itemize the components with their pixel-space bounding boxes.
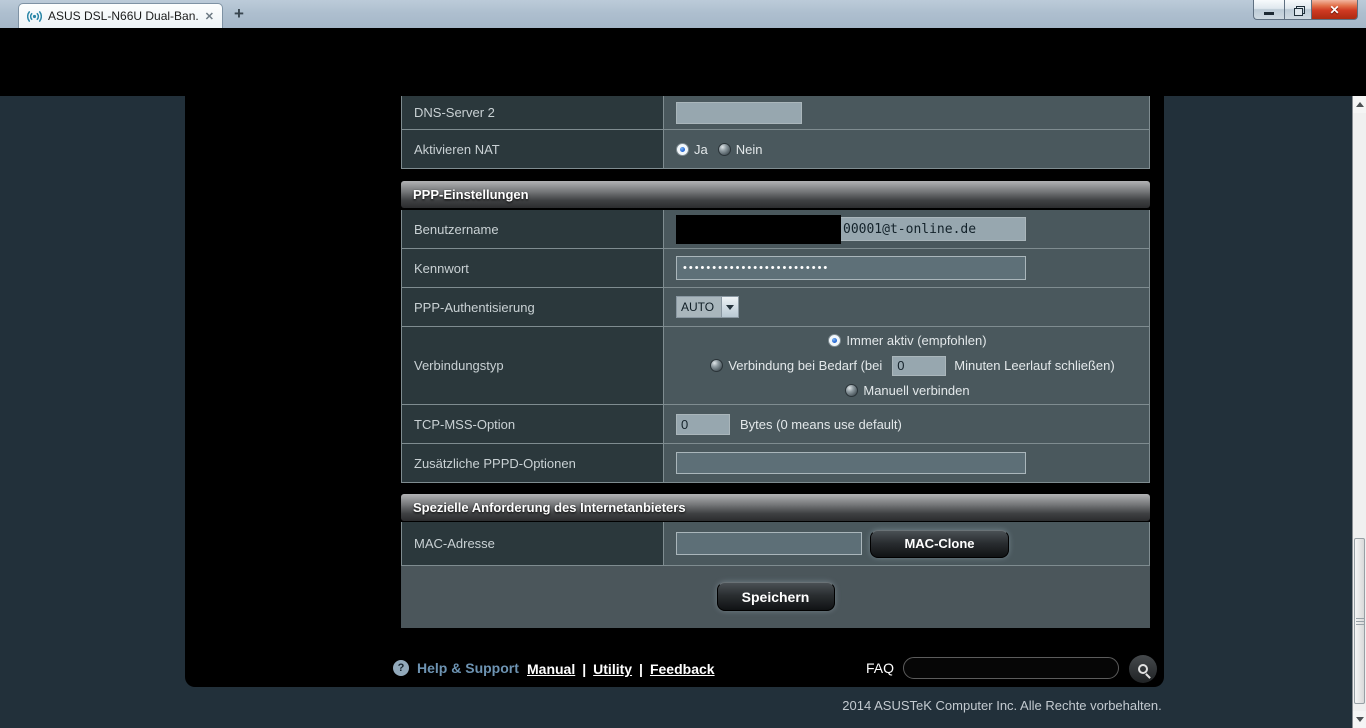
mac-address-label: MAC-Adresse <box>402 522 664 565</box>
chevron-down-icon <box>726 304 734 310</box>
minimize-button[interactable] <box>1253 0 1284 20</box>
faq-search-input[interactable] <box>903 657 1119 679</box>
username-input[interactable]: 00001@t-online.de <box>676 215 1026 244</box>
conn-on-demand-label-post: Minuten Leerlauf schließen) <box>954 358 1115 373</box>
restore-icon <box>1293 5 1305 16</box>
tcp-mss-input[interactable] <box>676 413 730 435</box>
restore-button[interactable] <box>1284 0 1312 20</box>
scroll-up-button[interactable] <box>1353 96 1366 113</box>
minimize-icon <box>1264 12 1274 15</box>
row-dns2: DNS-Server 2 <box>402 96 1149 130</box>
row-pppd-options: Zusätzliche PPPD-Optionen <box>402 444 1149 483</box>
tab-close-icon[interactable]: ✕ <box>205 10 214 23</box>
faq-search-button[interactable] <box>1129 655 1157 683</box>
wan-settings-table: DNS-Server 2 Aktivieren NAT Ja Nein PPP-… <box>401 96 1150 628</box>
help-support: ? Help & Support <box>393 660 519 676</box>
conn-manual-radio[interactable] <box>845 384 859 397</box>
faq-label: FAQ <box>866 660 895 676</box>
apply-section: Speichern <box>401 566 1150 628</box>
username-value: 00001@t-online.de <box>843 222 977 237</box>
browser-titlebar: ASUS DSL-N66U Dual-Ban... ✕ + ✕ <box>0 0 1366 28</box>
row-nat: Aktivieren NAT Ja Nein <box>402 130 1149 169</box>
window-controls: ✕ <box>1253 0 1358 20</box>
ppp-auth-selected-value: AUTO <box>677 297 721 317</box>
redaction-overlay <box>676 215 841 244</box>
dns2-input[interactable] <box>676 101 802 124</box>
conn-always-on-label: Immer aktiv (empfohlen) <box>846 333 987 348</box>
nat-no-label: Nein <box>735 141 763 157</box>
row-connection-type: Verbindungstyp Immer aktiv (empfohlen) V… <box>402 327 1149 405</box>
idle-minutes-input[interactable] <box>892 355 947 376</box>
password-input[interactable]: ••••••••••••••••••••••••• <box>676 256 1026 280</box>
search-icon <box>1138 664 1148 674</box>
section-isp-requirement: Spezielle Anforderung des Internetanbiet… <box>401 494 1150 521</box>
arrow-up-icon <box>1355 102 1364 107</box>
tcp-mss-hint: Bytes (0 means use default) <box>740 416 902 432</box>
connection-type-label: Verbindungstyp <box>402 327 664 404</box>
nat-no-radio[interactable] <box>717 142 731 156</box>
tab-title: ASUS DSL-N66U Dual-Ban... <box>48 9 199 23</box>
nat-yes-radio[interactable] <box>676 142 689 156</box>
select-dropdown-button[interactable] <box>721 297 738 317</box>
mac-address-input[interactable] <box>676 532 862 555</box>
router-header-band <box>0 28 1366 96</box>
conn-manual-label: Manuell verbinden <box>863 383 970 398</box>
manual-link[interactable]: Manual <box>527 661 575 677</box>
footer-links: Manual | Utility | Feedback <box>527 661 715 677</box>
save-button[interactable]: Speichern <box>716 582 835 611</box>
new-tab-button[interactable]: + <box>234 4 244 24</box>
nat-label: Aktivieren NAT <box>402 130 664 168</box>
link-separator: | <box>582 661 587 677</box>
section-ppp-settings: PPP-Einstellungen <box>401 181 1150 208</box>
copyright-text: 2014 ASUSTeK Computer Inc. Alle Rechte v… <box>842 698 1162 713</box>
tcp-mss-label: TCP-MSS-Option <box>402 405 664 443</box>
thumb-grip-icon <box>1355 617 1364 625</box>
scroll-down-button[interactable] <box>1353 711 1366 728</box>
ppp-auth-label: PPP-Authentisierung <box>402 288 664 326</box>
conn-always-on-radio[interactable] <box>828 334 842 347</box>
password-label: Kennwort <box>402 249 664 287</box>
link-separator: | <box>639 661 643 677</box>
row-ppp-auth: PPP-Authentisierung AUTO <box>402 288 1149 327</box>
arrow-down-icon <box>1355 717 1364 722</box>
mac-clone-button[interactable]: MAC-Clone <box>870 529 1009 558</box>
feedback-link[interactable]: Feedback <box>650 661 715 677</box>
nat-yes-label: Ja <box>694 141 708 157</box>
row-password: Kennwort ••••••••••••••••••••••••• <box>402 249 1149 288</box>
ppp-auth-select[interactable]: AUTO <box>676 296 739 318</box>
row-tcp-mss: TCP-MSS-Option Bytes (0 means use defaul… <box>402 405 1149 444</box>
utility-link[interactable]: Utility <box>593 661 632 677</box>
password-masked-value: ••••••••••••••••••••••••• <box>683 262 830 274</box>
dns2-label: DNS-Server 2 <box>402 96 664 129</box>
vertical-scrollbar[interactable] <box>1352 96 1366 728</box>
row-username: Benutzername 00001@t-online.de <box>402 210 1149 249</box>
pppd-options-label: Zusätzliche PPPD-Optionen <box>402 444 664 482</box>
close-button[interactable]: ✕ <box>1312 0 1358 20</box>
wireless-favicon-icon <box>27 10 42 22</box>
username-label: Benutzername <box>402 210 664 248</box>
conn-on-demand-label-pre: Verbindung bei Bedarf (bei <box>728 358 883 373</box>
row-mac-address: MAC-Adresse MAC-Clone <box>402 522 1149 566</box>
conn-on-demand-radio[interactable] <box>710 359 724 372</box>
scrollbar-thumb[interactable] <box>1354 538 1365 704</box>
pppd-options-input[interactable] <box>676 452 1026 474</box>
browser-tab[interactable]: ASUS DSL-N66U Dual-Ban... ✕ <box>18 3 223 28</box>
question-icon: ? <box>393 660 409 676</box>
help-support-label[interactable]: Help & Support <box>417 660 519 676</box>
